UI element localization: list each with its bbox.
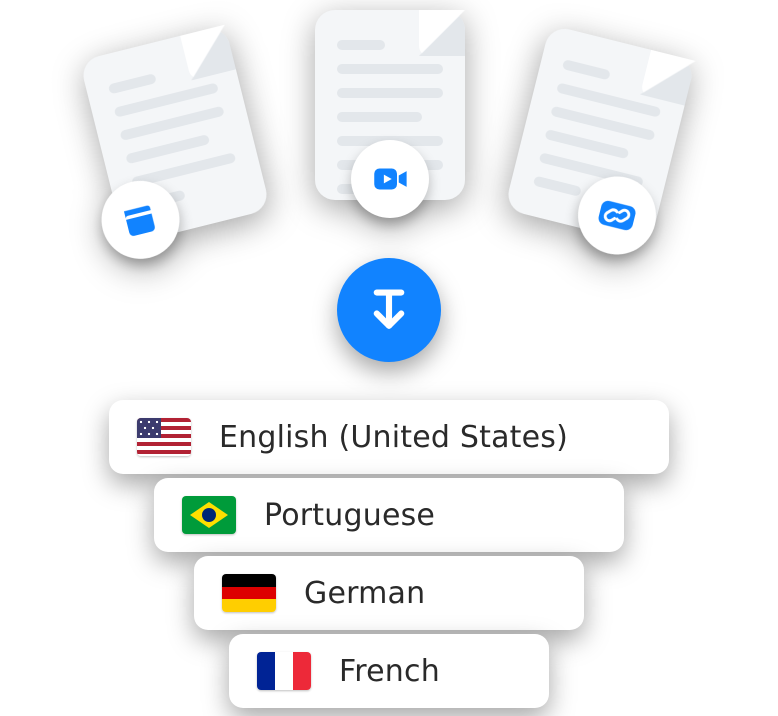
documents-row	[0, 10, 778, 260]
language-option-english-us[interactable]: English (United States)	[109, 400, 669, 474]
language-option-french[interactable]: French	[229, 634, 549, 708]
document-link	[504, 25, 696, 246]
import-button[interactable]	[337, 258, 441, 362]
flag-fr-icon	[257, 652, 311, 690]
import-down-icon	[361, 282, 417, 338]
document-audio	[79, 25, 271, 246]
flag-us-icon	[137, 418, 191, 456]
video-icon	[351, 140, 429, 218]
language-label: German	[304, 576, 425, 611]
language-label: Portuguese	[264, 498, 435, 533]
language-label: English (United States)	[219, 420, 568, 455]
flag-br-icon	[182, 496, 236, 534]
language-option-portuguese[interactable]: Portuguese	[154, 478, 624, 552]
language-list: English (United States) Portuguese Germa…	[109, 400, 669, 708]
flag-de-icon	[222, 574, 276, 612]
language-option-german[interactable]: German	[194, 556, 584, 630]
language-label: French	[339, 654, 440, 689]
document-video	[315, 10, 465, 200]
